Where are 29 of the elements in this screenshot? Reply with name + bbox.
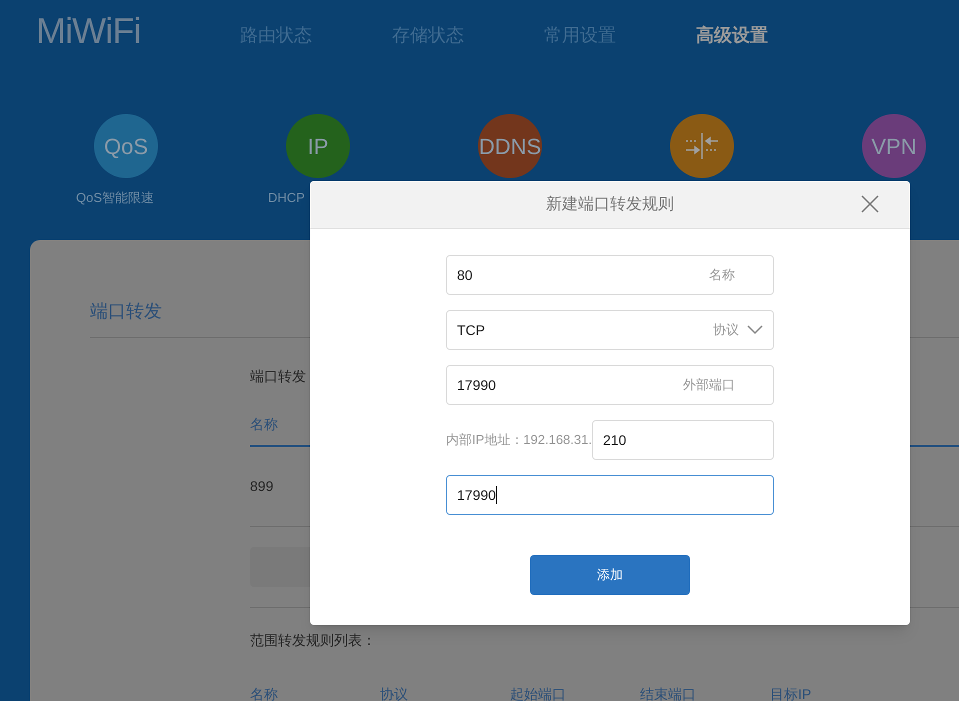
arrows-icon	[684, 133, 720, 159]
feature-button[interactable]: IP	[286, 114, 350, 178]
list-title: 范围转发规则列表：	[250, 631, 376, 650]
input-field[interactable]: 80 名称	[446, 255, 774, 295]
column-header: 结束端口	[640, 686, 696, 701]
column-header: 协议	[380, 686, 408, 701]
feature-label: QoS智能限速	[76, 189, 154, 207]
dialog-title: 新建端口转发规则	[546, 194, 674, 214]
feature-button[interactable]: DDNS	[478, 114, 542, 178]
input-field[interactable]: 17990	[446, 475, 774, 515]
chevron-down-icon	[747, 325, 763, 335]
section-title: 端口转发	[90, 300, 162, 323]
feature-button[interactable]: VPN	[862, 114, 926, 178]
feature-label: DHCP	[268, 189, 305, 207]
column-header: 目标IP	[770, 686, 812, 701]
close-icon[interactable]	[860, 194, 880, 214]
column-header: 名称	[250, 416, 278, 432]
add-button[interactable]: 添加	[530, 555, 690, 595]
logo: MiWiFi	[36, 10, 141, 51]
field-label: 内部IP地址：192.168.31.	[446, 431, 592, 450]
protocol-select[interactable]: TCP 协议	[446, 310, 774, 350]
input-field[interactable]: 210	[592, 420, 774, 460]
column-header: 名称	[250, 686, 278, 701]
table-cell-text: 899	[250, 477, 274, 496]
input-field[interactable]: 17990 外部端口	[446, 365, 774, 405]
section-label: 端口转发	[250, 367, 306, 386]
feature-button[interactable]: QoS	[94, 114, 158, 178]
column-header: 起始端口	[510, 686, 566, 701]
nav-tab[interactable]: 高级设置	[696, 0, 848, 49]
